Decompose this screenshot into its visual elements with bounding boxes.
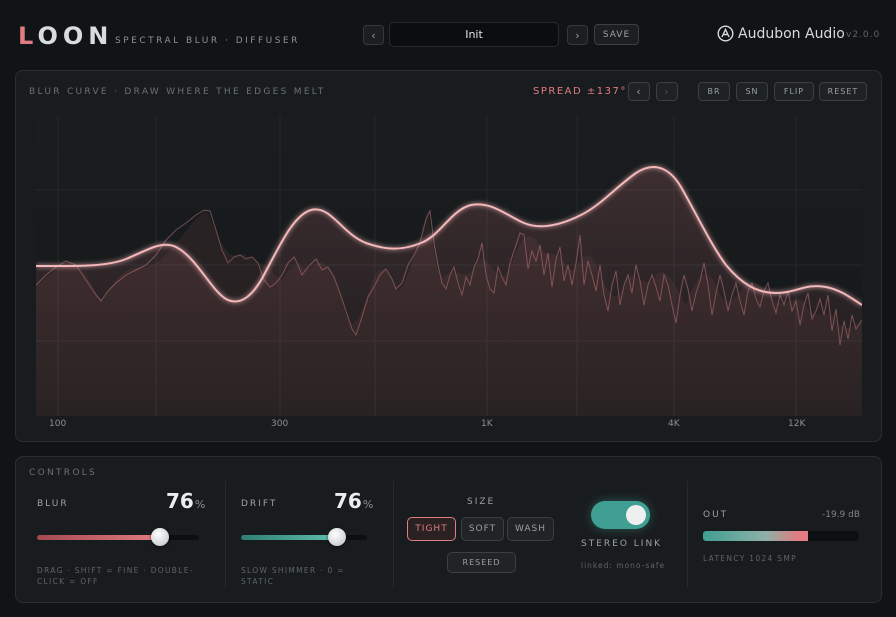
curve-panel-title: BLUR CURVE · DRAW WHERE THE EDGES MELT <box>29 87 326 97</box>
chevron-left-icon: ‹ <box>636 85 642 98</box>
drift-value: 76% <box>334 489 374 513</box>
stereo-link-title: STEREO LINK <box>581 539 663 549</box>
stereo-link-toggle[interactable] <box>591 501 650 529</box>
chevron-right-icon: › <box>664 85 670 98</box>
blur-slider-fill <box>37 535 161 540</box>
toggle-knob <box>626 505 646 525</box>
divider <box>687 481 688 588</box>
output-meter <box>703 531 859 541</box>
freq-label-300: 300 <box>271 419 289 429</box>
output-meter-fill <box>703 531 808 541</box>
next-preset-button[interactable]: › <box>567 25 588 45</box>
divider <box>393 481 394 588</box>
drift-slider[interactable] <box>241 528 367 546</box>
blur-curve-graph[interactable] <box>36 115 862 416</box>
blur-curve-panel: BLUR CURVE · DRAW WHERE THE EDGES MELT S… <box>15 70 882 442</box>
controls-panel: CONTROLS BLUR 76% DRAG · SHIFT = FINE · … <box>15 456 882 603</box>
top-bar: LOON SPECTRAL BLUR · DIFFUSER ‹ Init › S… <box>0 0 896 68</box>
out-level-readout: -19.9 dB <box>822 510 861 520</box>
reset-button[interactable]: RESET <box>819 82 867 101</box>
size-title: SIZE <box>467 497 496 507</box>
blur-hint: DRAG · SHIFT = FINE · DOUBLE-CLICK = OFF <box>37 566 194 586</box>
brand: Audubon Audio <box>717 25 845 42</box>
flip-button[interactable]: FLIP <box>774 82 814 101</box>
latency-label: LATENCY 1024 SMP <box>703 554 797 563</box>
blur-curve-fill <box>36 167 862 416</box>
blur-slider[interactable] <box>37 528 199 546</box>
drift-slider-thumb[interactable] <box>327 528 346 546</box>
audubon-logo-icon <box>717 25 734 42</box>
freq-label-100: 100 <box>49 419 67 429</box>
plugin-tagline: SPECTRAL BLUR · DIFFUSER <box>115 36 300 46</box>
size-tight-button[interactable]: TIGHT <box>407 517 456 541</box>
size-wash-button[interactable]: WASH <box>507 517 554 541</box>
reseed-button[interactable]: RESEED <box>447 552 516 573</box>
preset-name-field[interactable]: Init <box>389 22 559 47</box>
brand-name: Audubon Audio <box>738 25 845 42</box>
size-soft-button[interactable]: SOFT <box>461 517 504 541</box>
plugin-logo: LOON <box>18 22 114 50</box>
br-button[interactable]: BR <box>698 82 730 101</box>
blur-curve-editor[interactable] <box>36 115 862 416</box>
prev-preset-button[interactable]: ‹ <box>363 25 384 45</box>
sn-button[interactable]: SN <box>736 82 768 101</box>
redo-button[interactable]: › <box>656 82 678 101</box>
save-preset-button[interactable]: SAVE <box>594 24 639 45</box>
freq-label-12k: 12K <box>788 419 806 429</box>
controls-panel-title: CONTROLS <box>29 468 98 478</box>
version-label: v2.0.0 <box>846 30 881 40</box>
drift-slider-fill <box>241 535 337 540</box>
spread-readout[interactable]: SPREAD ±137° <box>533 86 627 97</box>
drift-title: DRIFT <box>241 499 278 509</box>
undo-button[interactable]: ‹ <box>628 82 650 101</box>
blur-value: 76% <box>166 489 206 513</box>
divider <box>225 481 226 588</box>
chevron-right-icon: › <box>575 29 580 42</box>
freq-label-4k: 4K <box>668 419 680 429</box>
out-title: OUT <box>703 510 729 520</box>
chevron-left-icon: ‹ <box>371 29 376 42</box>
stereo-link-sub: linked: mono-safe <box>581 561 666 570</box>
freq-label-1k: 1K <box>481 419 493 429</box>
blur-slider-thumb[interactable] <box>151 528 170 546</box>
drift-hint: SLOW SHIMMER · 0 = STATIC <box>241 566 345 586</box>
blur-title: BLUR <box>37 499 69 509</box>
